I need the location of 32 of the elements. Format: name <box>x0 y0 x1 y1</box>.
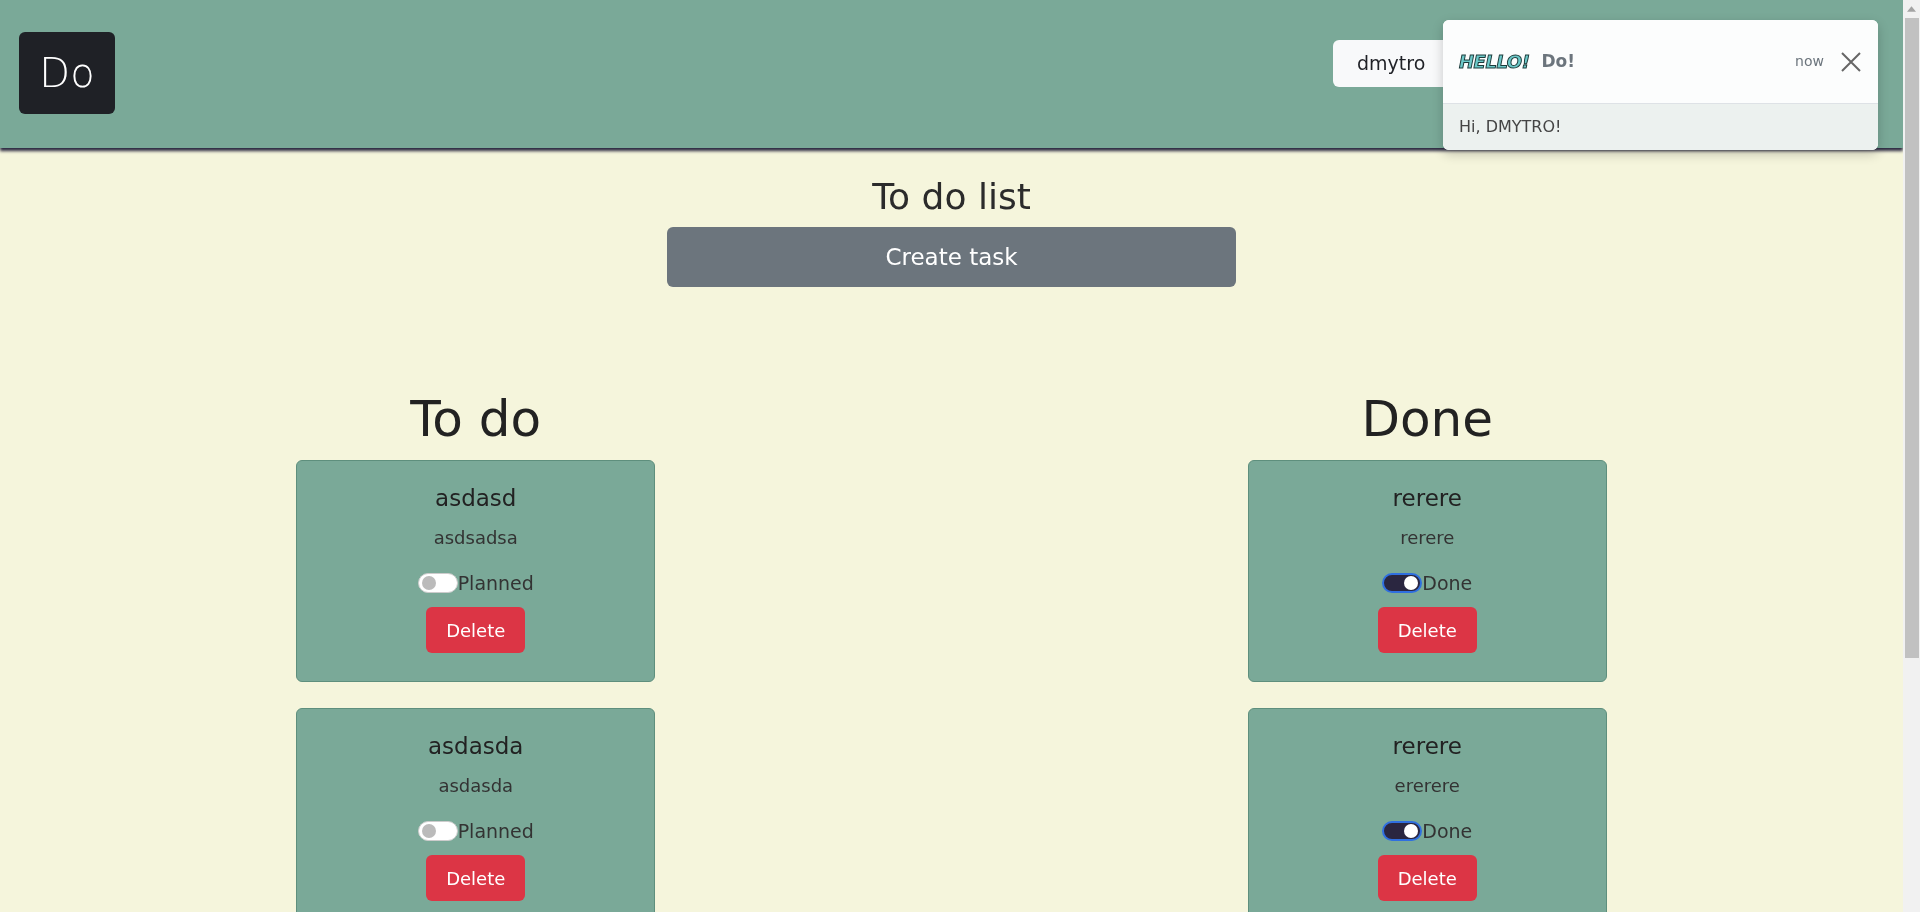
status-label: Done <box>1422 818 1473 844</box>
task-description: rerere <box>1400 525 1455 550</box>
status-label: Planned <box>457 818 534 844</box>
status-label: Done <box>1422 570 1473 596</box>
notification-time: now <box>1795 52 1824 71</box>
task-title: asdasda <box>428 732 524 761</box>
page-title: To do list <box>872 175 1031 219</box>
delete-button[interactable]: Delete <box>1377 607 1477 653</box>
close-icon[interactable] <box>1840 50 1862 73</box>
delete-button[interactable]: Delete <box>426 855 526 901</box>
delete-button[interactable]: Delete <box>426 607 526 653</box>
column-title: Done <box>1361 389 1493 450</box>
toggle-switch[interactable] <box>1382 572 1423 593</box>
logo[interactable]: Do <box>19 32 115 114</box>
toggle-switch[interactable] <box>417 820 458 841</box>
column-title: To do <box>410 389 542 450</box>
status-label: Planned <box>457 570 534 596</box>
scroll-up-icon[interactable] <box>1907 6 1916 12</box>
task-title: rerere <box>1392 484 1462 513</box>
task-description: asdsadsa <box>433 525 518 550</box>
task-title: rerere <box>1392 732 1462 761</box>
toggle-switch[interactable] <box>417 572 458 593</box>
notification-app-name: Do! <box>1541 49 1576 73</box>
notification-message: Hi, DMYTRO! <box>1459 116 1562 138</box>
task-title: asdasd <box>435 484 517 513</box>
toggle-switch[interactable] <box>1382 820 1423 841</box>
task-description: asdasda <box>438 773 514 798</box>
scrollbar[interactable] <box>1903 0 1920 912</box>
task-description: ererere <box>1394 773 1460 798</box>
scrollbar-thumb[interactable] <box>1904 18 1919 658</box>
delete-button[interactable]: Delete <box>1377 855 1477 901</box>
create-task-button[interactable]: Create task <box>667 227 1236 287</box>
